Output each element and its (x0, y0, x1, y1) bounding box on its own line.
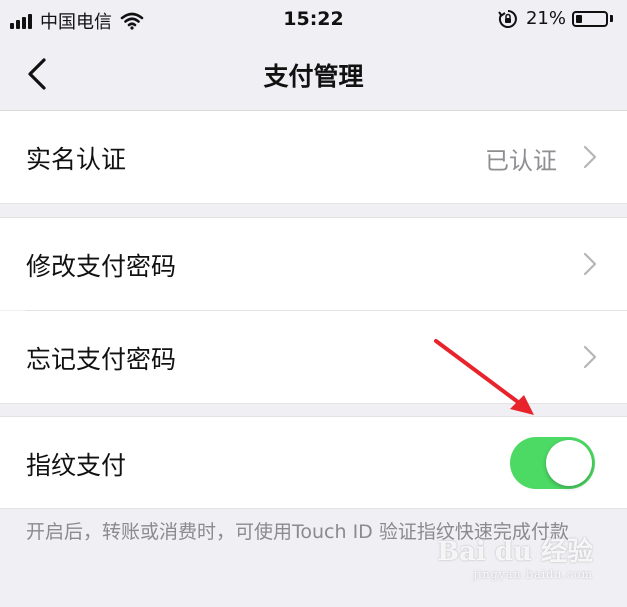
cell-label-forgot-password: 忘记支付密码 (26, 345, 177, 374)
cell-change-payment-password[interactable]: 修改支付密码 (0, 218, 627, 310)
chevron-right-icon (583, 145, 597, 169)
status-right: 21% (498, 8, 613, 29)
toggle-knob (546, 440, 592, 486)
chevron-right-icon (583, 252, 597, 276)
cell-label-change-password: 修改支付密码 (26, 252, 177, 281)
cell-real-name-verification[interactable]: 实名认证 已认证 (0, 111, 627, 203)
navigation-bar: 支付管理 (0, 38, 627, 111)
battery-level (576, 14, 582, 23)
cell-label-fingerprint: 指纹支付 (26, 451, 127, 480)
divider (0, 203, 627, 204)
divider (0, 508, 627, 509)
battery-icon (572, 10, 608, 27)
battery-percent: 21% (525, 8, 566, 29)
cell-label-verification: 实名认证 (26, 145, 127, 174)
watermark-url: jingyan.baidu.com (473, 568, 593, 581)
status-bar: 中国电信 15:22 21% (0, 0, 627, 38)
rotation-lock-icon (498, 9, 517, 28)
fingerprint-toggle[interactable] (510, 437, 595, 489)
watermark-logo: Bai du 经验 (437, 537, 593, 567)
battery-tip (610, 15, 613, 22)
verification-status: 已认证 (485, 147, 557, 175)
red-arrow-icon (434, 339, 534, 415)
page-title: 支付管理 (263, 62, 364, 91)
chevron-right-icon (583, 345, 597, 369)
watermark: Bai du 经验 jingyan.baidu.com (437, 531, 593, 581)
